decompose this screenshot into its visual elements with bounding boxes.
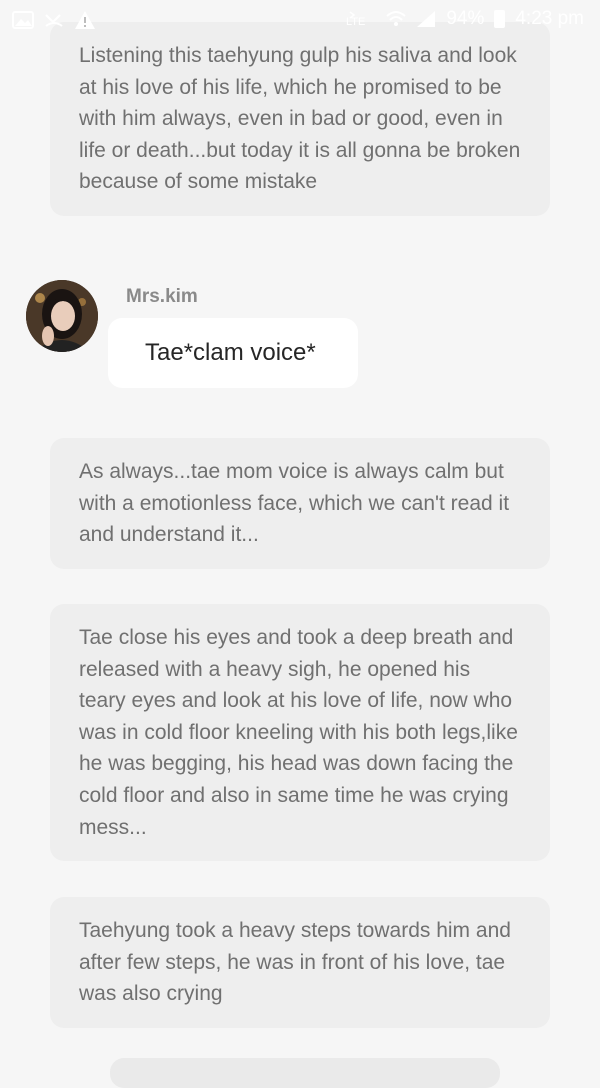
volte-icon: LTE	[346, 9, 376, 29]
status-bar: LTE 94% 4:23 pm	[0, 0, 600, 40]
message-bubble: Tae*clam voice*	[108, 318, 358, 388]
signal-icon	[416, 10, 436, 28]
sender-name: Mrs.kim	[126, 286, 198, 307]
battery-percent: 94%	[446, 8, 485, 29]
narration-card: Tae close his eyes and took a deep breat…	[50, 604, 550, 862]
narration-card: Taehyung took a heavy steps towards him …	[50, 897, 550, 1028]
warning-icon	[74, 10, 96, 30]
status-time: 4:23 pm	[515, 8, 584, 29]
avatar[interactable]	[26, 280, 98, 352]
narration-card: As always...tae mom voice is always calm…	[50, 438, 550, 569]
wifi-icon	[386, 10, 406, 28]
lte-label: LTE	[346, 16, 365, 28]
missed-call-icon	[44, 11, 64, 29]
next-message-partial	[110, 1058, 500, 1088]
narration-card: Listening this taehyung gulp his saliva …	[50, 22, 550, 216]
narration-text: Taehyung took a heavy steps towards him …	[79, 919, 511, 1006]
narration-text: Listening this taehyung gulp his saliva …	[79, 44, 521, 194]
narration-text: Tae close his eyes and took a deep breat…	[79, 626, 518, 839]
image-icon	[12, 11, 34, 29]
narration-text: As always...tae mom voice is always calm…	[79, 460, 510, 547]
message-text: Tae*clam voice*	[145, 339, 316, 366]
battery-icon	[494, 10, 506, 28]
